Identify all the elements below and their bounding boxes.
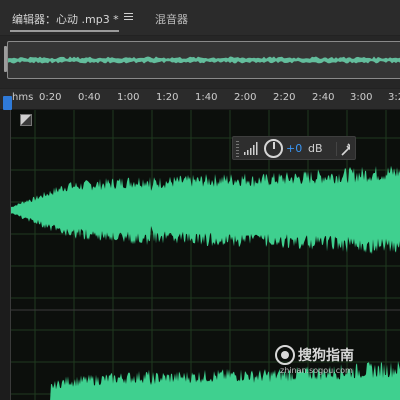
ruler-tick-label: 1:00 <box>117 92 140 103</box>
watermark: 搜狗指南 zhinan.sogou.com <box>274 344 386 384</box>
time-ruler[interactable]: hms 0:20 0:40 1:00 1:20 1:40 2:00 2:20 2… <box>0 88 400 110</box>
ruler-tick-label: 0:40 <box>78 92 101 103</box>
volume-value[interactable]: +0 <box>286 142 302 155</box>
overview-viewport-frame[interactable] <box>7 41 400 79</box>
tab-editor[interactable]: 编辑器：心动 .mp3 * <box>10 11 119 32</box>
track-gutter <box>0 110 10 400</box>
ruler-unit-label: hms <box>12 92 34 103</box>
ruler-tick-label: 1:40 <box>195 92 218 103</box>
editor-tab-bar: 编辑器：心动 .mp3 * 混音器 <box>0 0 400 36</box>
ruler-tick-label: 2:20 <box>273 92 296 103</box>
hamburger-menu-icon[interactable] <box>124 13 133 21</box>
volume-bars-icon <box>244 142 258 155</box>
overview-waveform <box>8 56 400 64</box>
ruler-tick-label: 0:20 <box>39 92 62 103</box>
waveform-overview[interactable] <box>0 36 400 88</box>
watermark-logo <box>275 345 295 365</box>
volume-knob-icon[interactable] <box>264 139 283 158</box>
watermark-brand: 搜狗指南 <box>298 348 354 364</box>
ruler-tick-label: 2:40 <box>312 92 335 103</box>
ruler-tick-label: 3:2 <box>388 92 400 103</box>
volume-hud[interactable]: +0 dB <box>232 136 356 160</box>
volume-unit: dB <box>308 142 323 155</box>
ruler-tick-label: 3:00 <box>350 92 373 103</box>
hud-grip-handle[interactable] <box>236 141 239 157</box>
playhead-marker[interactable] <box>3 96 12 110</box>
zoom-navigator-icon[interactable] <box>20 114 32 126</box>
ruler-tick-label: 1:20 <box>156 92 179 103</box>
tab-mixer[interactable]: 混音器 <box>155 11 188 27</box>
ruler-tick-label: 2:00 <box>234 92 257 103</box>
watermark-url: zhinan.sogou.com <box>280 366 353 375</box>
pin-icon[interactable] <box>336 142 350 156</box>
